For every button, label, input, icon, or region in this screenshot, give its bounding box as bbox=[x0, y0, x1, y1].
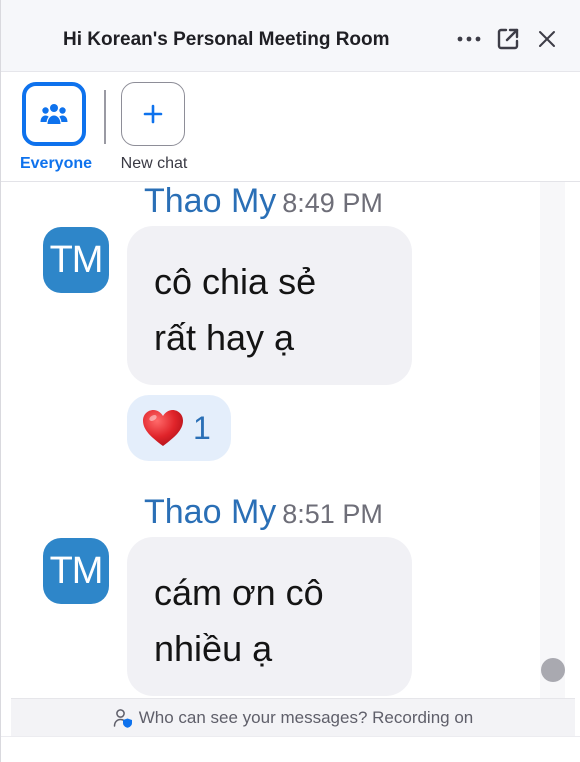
new-chat-button[interactable]: New chat bbox=[109, 82, 199, 178]
recipient-selector: Everyone New chat bbox=[1, 72, 580, 182]
message-text-line: nhiều ạ bbox=[154, 628, 273, 669]
new-chat-label: New chat bbox=[120, 155, 188, 172]
recipient-everyone[interactable]: Everyone bbox=[11, 82, 101, 178]
person-shield-icon bbox=[113, 708, 132, 728]
pop-out-icon bbox=[497, 28, 519, 50]
message-text-line: cô chia sẻ bbox=[154, 261, 317, 302]
close-button[interactable] bbox=[532, 24, 562, 54]
meeting-room-title: Hi Korean's Personal Meeting Room bbox=[63, 29, 390, 50]
avatar[interactable]: TM bbox=[43, 538, 109, 604]
message-text-line: rất hay ạ bbox=[154, 317, 295, 358]
privacy-notice-text: Who can see your messages? Recording on bbox=[138, 707, 474, 727]
message-bubble[interactable]: cô chia sẻ rất hay ạ bbox=[127, 226, 412, 385]
new-chat-box bbox=[121, 82, 185, 146]
message-time: 8:49 PM bbox=[282, 188, 383, 218]
more-horizontal-icon bbox=[457, 36, 481, 42]
message-text-line: cám ơn cô bbox=[154, 572, 324, 613]
message-input-area[interactable] bbox=[1, 736, 580, 762]
message-bubble[interactable]: cám ơn cô nhiều ạ bbox=[127, 537, 412, 696]
reaction-chip[interactable]: 1 bbox=[127, 395, 231, 461]
everyone-avatar-box bbox=[22, 82, 86, 146]
privacy-notice[interactable]: Who can see your messages? Recording on bbox=[11, 698, 575, 736]
close-icon bbox=[539, 31, 555, 47]
people-group-icon bbox=[40, 104, 68, 124]
message-header: Thao My 8:49 PM bbox=[144, 182, 383, 221]
avatar[interactable]: TM bbox=[43, 227, 109, 293]
sender-name[interactable]: Thao My bbox=[144, 182, 276, 220]
more-options-button[interactable] bbox=[454, 24, 484, 54]
chat-window: Hi Korean's Personal Meeting Room Everyo… bbox=[0, 0, 580, 762]
reaction-count: 1 bbox=[193, 409, 211, 446]
message-header: Thao My 8:51 PM bbox=[144, 493, 383, 532]
chat-header: Hi Korean's Personal Meeting Room bbox=[1, 0, 580, 72]
scrollbar-track[interactable] bbox=[540, 182, 565, 698]
message-list[interactable]: Thao My 8:49 PM TM cô chia sẻ rất hay ạ 1 bbox=[1, 182, 580, 698]
sender-name[interactable]: Thao My bbox=[144, 493, 276, 531]
message-time: 8:51 PM bbox=[282, 499, 383, 529]
recipient-everyone-label: Everyone bbox=[19, 155, 93, 172]
recipient-divider bbox=[104, 90, 106, 144]
plus-icon bbox=[143, 104, 163, 124]
heart-icon bbox=[143, 410, 183, 446]
scrollbar-thumb[interactable] bbox=[541, 658, 565, 682]
pop-out-button[interactable] bbox=[493, 24, 523, 54]
